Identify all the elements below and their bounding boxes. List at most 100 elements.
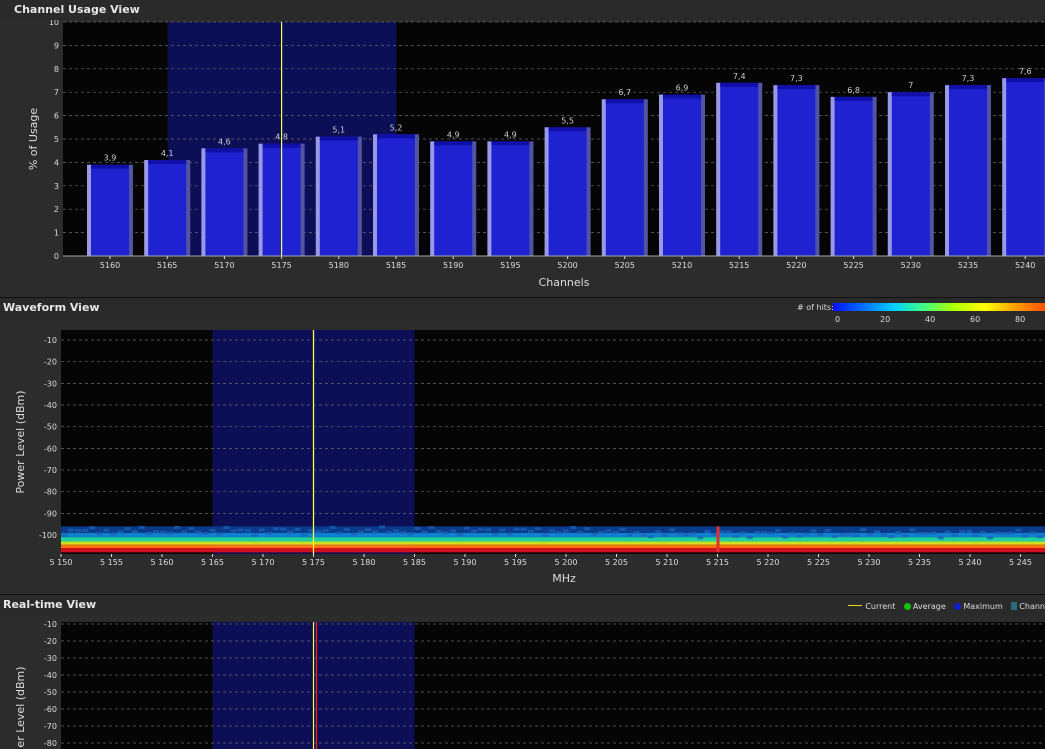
- heatmap-cell: [456, 533, 463, 537]
- y-tick-label: 0: [54, 252, 59, 261]
- heatmap-cell: [796, 534, 803, 538]
- heatmap-cell: [577, 530, 584, 534]
- heatmap-cell: [520, 527, 527, 531]
- heatmap-cell: [845, 532, 852, 536]
- y-tick-label: -100: [39, 531, 57, 540]
- hits-legend-tick: 80: [1015, 315, 1026, 324]
- x-tick-label: 5195: [500, 261, 520, 270]
- heatmap-cell: [131, 530, 138, 534]
- bar-highlight: [87, 164, 91, 256]
- bar-cap: [548, 127, 587, 132]
- bar-shadow: [929, 92, 934, 256]
- bar-highlight: [373, 134, 377, 256]
- heatmap-band: [61, 541, 1045, 545]
- x-tick-label: 5 195: [504, 558, 527, 567]
- bar: [315, 136, 362, 256]
- heatmap-cell: [372, 530, 379, 534]
- x-tick-label: 5 180: [353, 558, 376, 567]
- heatmap-cell: [449, 529, 456, 533]
- x-tick-label: 5 220: [757, 558, 780, 567]
- bar-shadow: [758, 82, 763, 256]
- bar-value-label: 5,5: [561, 116, 574, 125]
- bar-cap: [148, 160, 187, 165]
- heatmap-cell: [902, 534, 909, 538]
- heatmap-cell: [951, 533, 958, 537]
- average-dot-icon: [903, 603, 911, 610]
- heatmap-cell: [626, 533, 633, 537]
- y-tick-label: -10: [44, 336, 57, 345]
- y-tick-label: -40: [44, 401, 57, 410]
- y-tick-label: -20: [44, 358, 57, 367]
- y-axis-label: Power Level (dBm): [14, 390, 27, 493]
- bar-cap: [949, 85, 987, 90]
- channel-usage-chart[interactable]: 0123456789103,951604,151654,651704,85175…: [0, 20, 1045, 298]
- heatmap-cell: [75, 529, 82, 533]
- x-tick-label: 5 245: [1009, 558, 1032, 567]
- realtime-chart[interactable]: -10 -20 -30 -40 -50 -60 -70 -80 er Level (dBm): [0, 615, 1045, 749]
- bar-value-label: 5,2: [390, 123, 403, 132]
- heatmap-cell: [237, 528, 244, 532]
- heatmap-cell: [1008, 531, 1015, 535]
- hits-legend-tick: 0: [835, 315, 841, 324]
- bar: [544, 127, 591, 256]
- heatmap-cell: [866, 532, 873, 536]
- heatmap-cell: [273, 527, 280, 531]
- bar-highlight: [716, 82, 721, 256]
- y-tick-label: -60: [44, 705, 57, 714]
- bar-shadow: [815, 85, 820, 257]
- bar-value-label: 7,3: [790, 74, 803, 83]
- heatmap-cell: [89, 526, 96, 530]
- bar-cap: [605, 99, 644, 104]
- y-tick-label: -70: [44, 722, 57, 731]
- y-tick-label: 7: [54, 88, 59, 97]
- heatmap-cell: [124, 527, 131, 531]
- heatmap-cell: [414, 526, 421, 530]
- heatmap-cell: [647, 535, 654, 539]
- heatmap-cell: [548, 529, 555, 533]
- heatmap-cell: [555, 531, 562, 535]
- heatmap-cell: [739, 531, 746, 535]
- heatmap-cell: [350, 532, 357, 536]
- heatmap-cell: [195, 530, 202, 534]
- bar-shadow: [701, 94, 705, 256]
- heatmap-cell: [301, 533, 308, 537]
- y-tick-label: -40: [44, 671, 57, 680]
- heatmap-cell: [400, 531, 407, 535]
- legend-current[interactable]: Current: [848, 602, 895, 611]
- bar-value-label: 6,9: [676, 84, 689, 93]
- bar-shadow: [300, 143, 305, 256]
- hits-legend-tick: 60: [970, 315, 981, 324]
- y-tick-label: -30: [44, 654, 57, 663]
- bar-shadow: [129, 164, 133, 256]
- legend-average[interactable]: Average: [903, 602, 946, 611]
- heatmap-cell: [916, 531, 923, 535]
- heatmap-cell: [775, 529, 782, 533]
- heatmap-cell: [619, 527, 626, 531]
- heatmap-cell: [1022, 534, 1029, 538]
- bar-cap: [891, 92, 930, 97]
- x-tick-label: 5180: [329, 261, 349, 270]
- legend-channel[interactable]: Chann: [1011, 602, 1045, 611]
- heatmap-cell: [1001, 531, 1008, 535]
- bar-cap: [834, 96, 873, 101]
- heatmap-cell: [329, 525, 336, 529]
- y-tick-label: -30: [44, 379, 57, 388]
- x-tick-label: 5215: [729, 261, 749, 270]
- bar: [659, 94, 705, 256]
- heatmap-cell: [485, 528, 492, 532]
- x-axis-label: Channels: [539, 276, 590, 289]
- heatmap-cell: [82, 528, 89, 532]
- x-tick-label: 5 150: [50, 558, 73, 567]
- heatmap-cell: [506, 532, 513, 536]
- bar: [945, 85, 991, 257]
- waveform-chart[interactable]: -10 -20 -30 -40 -50 -60 -70 -80 -90 -100 5 150 5 15…: [0, 318, 1045, 595]
- heatmap-cell: [478, 527, 485, 531]
- bar-value-label: 7,6: [1019, 67, 1032, 76]
- legend-maximum[interactable]: Maximum: [954, 602, 1003, 611]
- bar-cap: [377, 134, 415, 139]
- heatmap-band: [61, 537, 1045, 542]
- bar-cap: [1006, 78, 1045, 83]
- y-axis-label: % of Usage: [27, 108, 40, 171]
- heatmap-cell: [513, 527, 520, 531]
- heatmap-cell: [428, 526, 435, 530]
